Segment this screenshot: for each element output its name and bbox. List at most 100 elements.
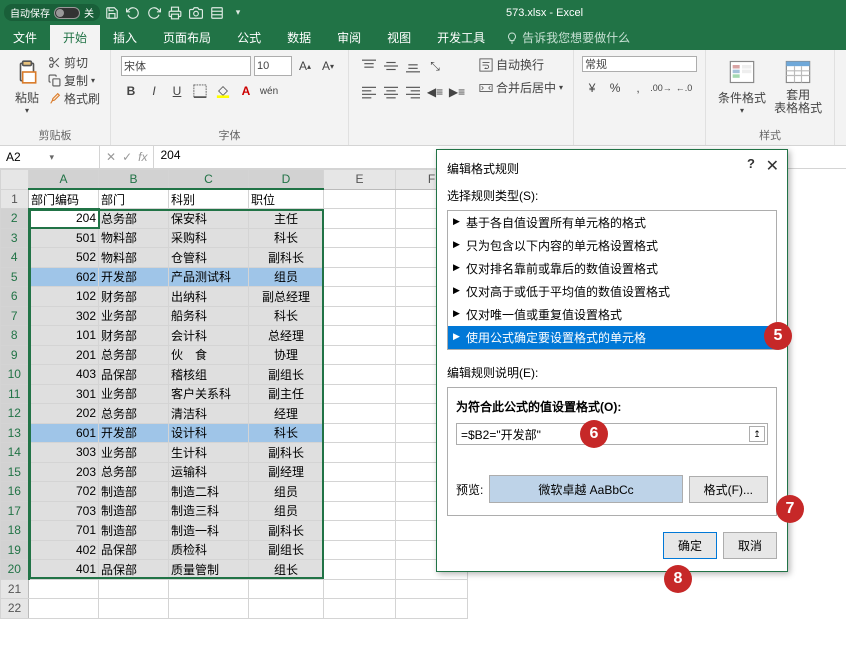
data-cell[interactable]: 客户关系科 <box>169 384 249 404</box>
header-cell[interactable]: 部门 <box>99 189 169 209</box>
border-button[interactable] <box>190 81 210 101</box>
table-format-button[interactable]: 套用 表格格式 <box>770 52 826 125</box>
data-cell[interactable]: 703 <box>29 501 99 521</box>
row-header-1[interactable]: 1 <box>1 189 29 209</box>
row-header-20[interactable]: 20 <box>1 560 29 580</box>
col-header-A[interactable]: A <box>29 170 99 190</box>
data-cell[interactable]: 401 <box>29 560 99 580</box>
save-icon[interactable] <box>103 4 121 22</box>
cancel-formula-icon[interactable]: ✕ <box>106 150 116 164</box>
tab-developer[interactable]: 开发工具 <box>424 25 498 50</box>
data-cell[interactable]: 副科长 <box>249 248 324 268</box>
row-header-10[interactable]: 10 <box>1 365 29 385</box>
camera-icon[interactable] <box>187 4 205 22</box>
data-cell[interactable]: 601 <box>29 423 99 443</box>
data-cell[interactable]: 402 <box>29 540 99 560</box>
fill-color-button[interactable] <box>213 81 233 101</box>
col-header-D[interactable]: D <box>249 170 324 190</box>
data-cell[interactable]: 副组长 <box>249 540 324 560</box>
row-header-9[interactable]: 9 <box>1 345 29 365</box>
merge-button[interactable]: 合并后居中▾ <box>479 79 563 96</box>
data-cell[interactable]: 副总经理 <box>249 287 324 307</box>
redo-icon[interactable] <box>145 4 163 22</box>
rule-type-item[interactable]: 仅对排名靠前或靠后的数值设置格式 <box>448 257 776 280</box>
data-cell[interactable]: 204 <box>29 209 99 229</box>
data-cell[interactable]: 业务部 <box>99 306 169 326</box>
tab-view[interactable]: 视图 <box>374 25 424 50</box>
help-icon[interactable]: ? <box>747 156 755 171</box>
col-header-B[interactable]: B <box>99 170 169 190</box>
data-cell[interactable]: 701 <box>29 521 99 541</box>
autosave-toggle[interactable]: 自动保存 关 <box>4 4 100 21</box>
increase-font-icon[interactable]: A▴ <box>295 56 315 76</box>
data-cell[interactable]: 经理 <box>249 404 324 424</box>
align-top-icon[interactable] <box>359 56 379 76</box>
form-icon[interactable] <box>208 4 226 22</box>
row-header-16[interactable]: 16 <box>1 482 29 502</box>
data-cell[interactable]: 制造部 <box>99 521 169 541</box>
data-cell[interactable]: 201 <box>29 345 99 365</box>
data-cell[interactable]: 602 <box>29 267 99 287</box>
data-cell[interactable]: 202 <box>29 404 99 424</box>
italic-button[interactable]: I <box>144 81 164 101</box>
painter-button[interactable]: 格式刷 <box>48 90 100 107</box>
data-cell[interactable]: 制造一科 <box>169 521 249 541</box>
data-cell[interactable]: 303 <box>29 443 99 463</box>
data-cell[interactable]: 702 <box>29 482 99 502</box>
font-name-select[interactable] <box>121 56 251 76</box>
fx-icon[interactable]: fx <box>138 150 147 164</box>
rule-type-item[interactable]: 只为包含以下内容的单元格设置格式 <box>448 234 776 257</box>
close-icon[interactable]: ✕ <box>766 156 779 176</box>
data-cell[interactable]: 总务部 <box>99 209 169 229</box>
data-cell[interactable]: 副主任 <box>249 384 324 404</box>
data-cell[interactable]: 副经理 <box>249 462 324 482</box>
data-cell[interactable]: 制造部 <box>99 482 169 502</box>
data-cell[interactable]: 主任 <box>249 209 324 229</box>
data-cell[interactable]: 科长 <box>249 306 324 326</box>
rule-formula-input[interactable] <box>456 423 768 445</box>
row-header-5[interactable]: 5 <box>1 267 29 287</box>
col-header-C[interactable]: C <box>169 170 249 190</box>
align-middle-icon[interactable] <box>381 56 401 76</box>
phonetic-button[interactable]: wén <box>259 81 279 101</box>
paste-button[interactable]: 粘贴 ▾ <box>8 52 46 125</box>
data-cell[interactable]: 副科长 <box>249 521 324 541</box>
copy-button[interactable]: 复制▾ <box>48 72 100 89</box>
tab-insert[interactable]: 插入 <box>100 25 150 50</box>
data-cell[interactable]: 开发部 <box>99 423 169 443</box>
tab-file[interactable]: 文件 <box>0 25 50 50</box>
format-button[interactable]: 格式(F)... <box>689 476 768 503</box>
tell-me[interactable]: 告诉我您想要做什么 <box>498 25 638 50</box>
tab-review[interactable]: 审阅 <box>324 25 374 50</box>
orientation-icon[interactable]: ⤡ <box>425 56 445 76</box>
data-cell[interactable]: 业务部 <box>99 384 169 404</box>
data-cell[interactable]: 开发部 <box>99 267 169 287</box>
row-header-6[interactable]: 6 <box>1 287 29 307</box>
data-cell[interactable]: 财务部 <box>99 287 169 307</box>
undo-icon[interactable] <box>124 4 142 22</box>
data-cell[interactable]: 203 <box>29 462 99 482</box>
increase-indent-icon[interactable]: ▶≡ <box>447 82 467 102</box>
data-cell[interactable]: 总务部 <box>99 404 169 424</box>
data-cell[interactable]: 副组长 <box>249 365 324 385</box>
decrease-indent-icon[interactable]: ◀≡ <box>425 82 445 102</box>
data-cell[interactable]: 301 <box>29 384 99 404</box>
name-box[interactable]: A2 ▾ <box>0 146 100 168</box>
row-header-7[interactable]: 7 <box>1 306 29 326</box>
data-cell[interactable]: 生计科 <box>169 443 249 463</box>
data-cell[interactable]: 制造三科 <box>169 501 249 521</box>
row-header-4[interactable]: 4 <box>1 248 29 268</box>
data-cell[interactable]: 业务部 <box>99 443 169 463</box>
data-cell[interactable]: 总务部 <box>99 345 169 365</box>
font-color-button[interactable]: A <box>236 81 256 101</box>
decrease-font-icon[interactable]: A▾ <box>318 56 338 76</box>
row-header-3[interactable]: 3 <box>1 228 29 248</box>
cond-format-button[interactable]: 条件格式▾ <box>714 52 770 125</box>
data-cell[interactable]: 采购科 <box>169 228 249 248</box>
row-header-18[interactable]: 18 <box>1 521 29 541</box>
rule-type-item[interactable]: 基于各自值设置所有单元格的格式 <box>448 211 776 234</box>
row-header-17[interactable]: 17 <box>1 501 29 521</box>
col-header-E[interactable]: E <box>324 170 396 190</box>
row-header-19[interactable]: 19 <box>1 540 29 560</box>
wrap-button[interactable]: 自动换行 <box>479 56 563 73</box>
